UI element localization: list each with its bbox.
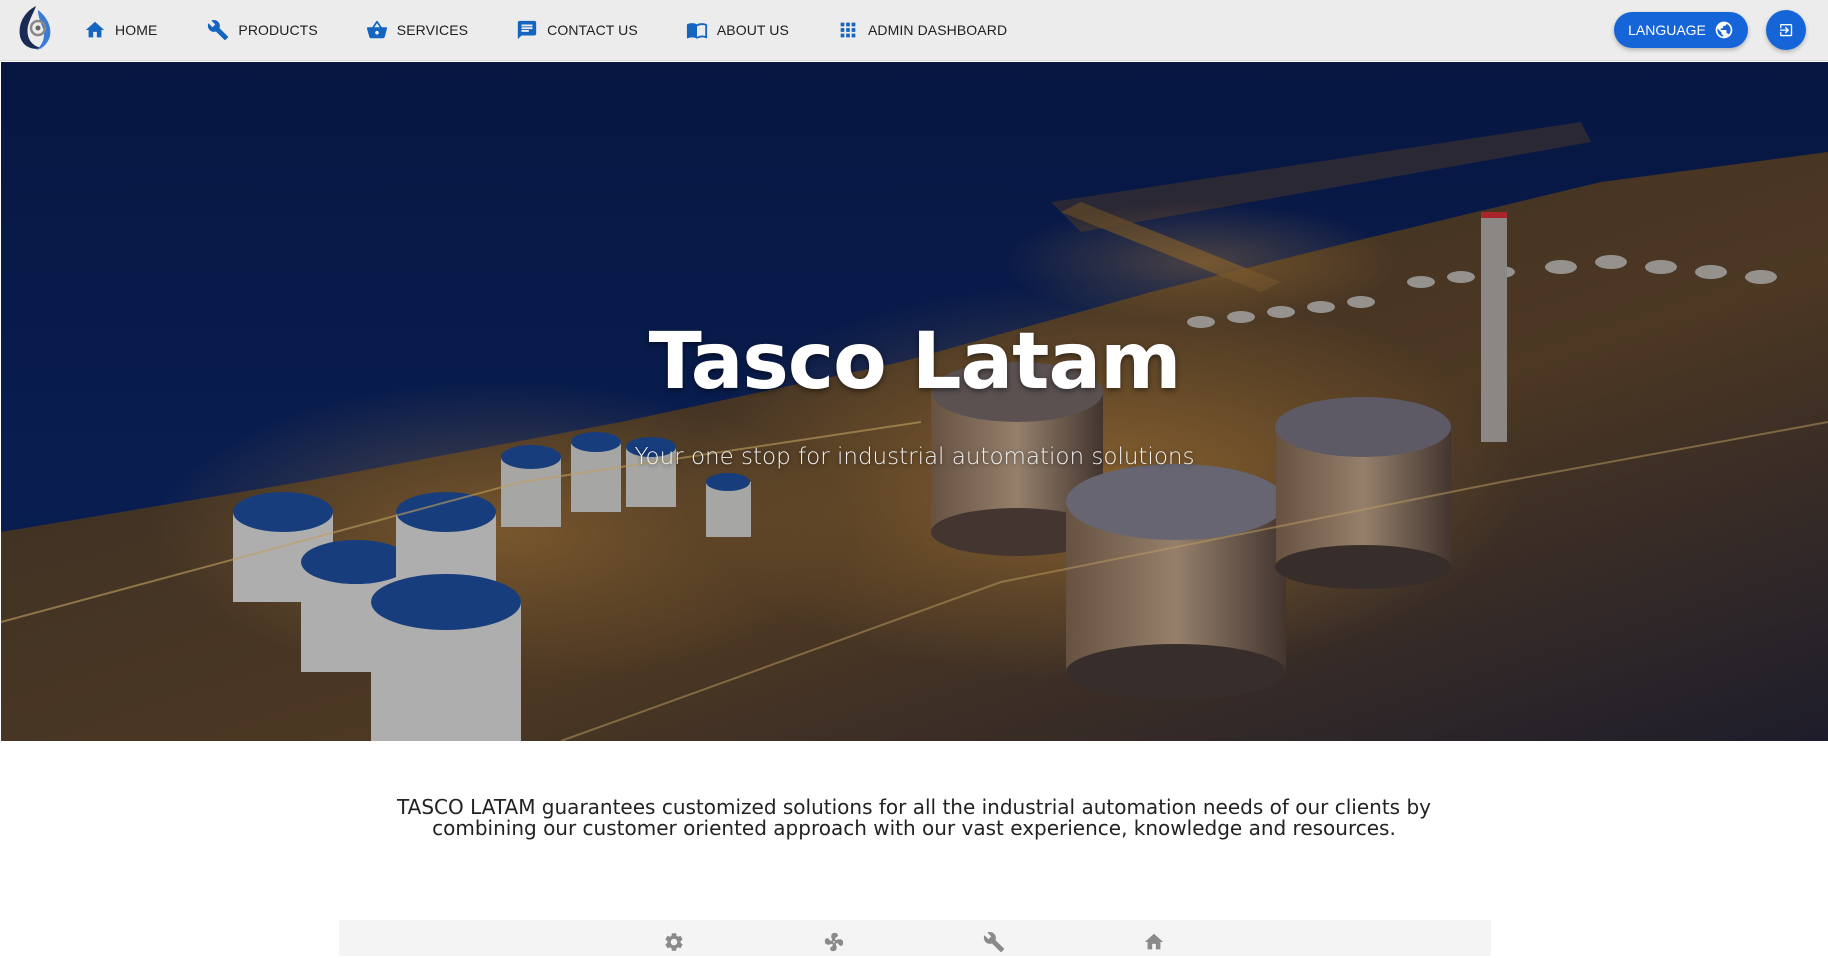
- nav-about-us[interactable]: ABOUT US: [686, 19, 789, 41]
- book-icon: [686, 23, 707, 39]
- hero-title: Tasco Latam: [648, 317, 1182, 407]
- hero-subtitle: Your one stop for industrial automation …: [634, 444, 1195, 470]
- company-description: TASCO LATAM guarantees customized soluti…: [397, 795, 1431, 840]
- nav-services[interactable]: SERVICES: [366, 19, 468, 41]
- hero-banner: Tasco Latam Your one stop for industrial…: [1, 62, 1828, 741]
- nav-home-label: HOME: [115, 22, 158, 38]
- language-button[interactable]: LANGUAGE: [1614, 12, 1748, 48]
- wrench-icon[interactable]: [983, 931, 1005, 953]
- nav-admin-dashboard[interactable]: ADMIN DASHBOARD: [837, 19, 1007, 41]
- basket-icon: [366, 20, 387, 39]
- wrench-icon: [208, 20, 229, 41]
- globe-icon: [1715, 21, 1733, 39]
- fan-icon[interactable]: [823, 931, 845, 953]
- login-button[interactable]: [1766, 10, 1806, 50]
- company-logo[interactable]: [16, 4, 56, 52]
- home-icon: [85, 21, 105, 38]
- nav-home[interactable]: HOME: [84, 19, 157, 41]
- nav-about-us-label: ABOUT US: [716, 22, 789, 38]
- grid-icon: [840, 22, 856, 38]
- nav-contact-us[interactable]: CONTACT US: [516, 19, 638, 41]
- language-label: LANGUAGE: [1628, 22, 1706, 38]
- service-icons-strip: [339, 920, 1491, 956]
- nav-products-label: PRODUCTS: [238, 22, 318, 38]
- message-icon: [517, 20, 537, 40]
- home-icon[interactable]: [1143, 931, 1165, 953]
- nav-services-label: SERVICES: [396, 22, 469, 38]
- top-navbar: HOME PRODUCTS SERVICES CONTACT US ABOUT …: [0, 0, 1828, 61]
- nav-contact-us-label: CONTACT US: [547, 22, 638, 38]
- login-icon: [1780, 24, 1793, 37]
- gear-icon[interactable]: [663, 931, 685, 953]
- nav-admin-dashboard-label: ADMIN DASHBOARD: [867, 22, 1008, 38]
- nav-products[interactable]: PRODUCTS: [207, 19, 318, 41]
